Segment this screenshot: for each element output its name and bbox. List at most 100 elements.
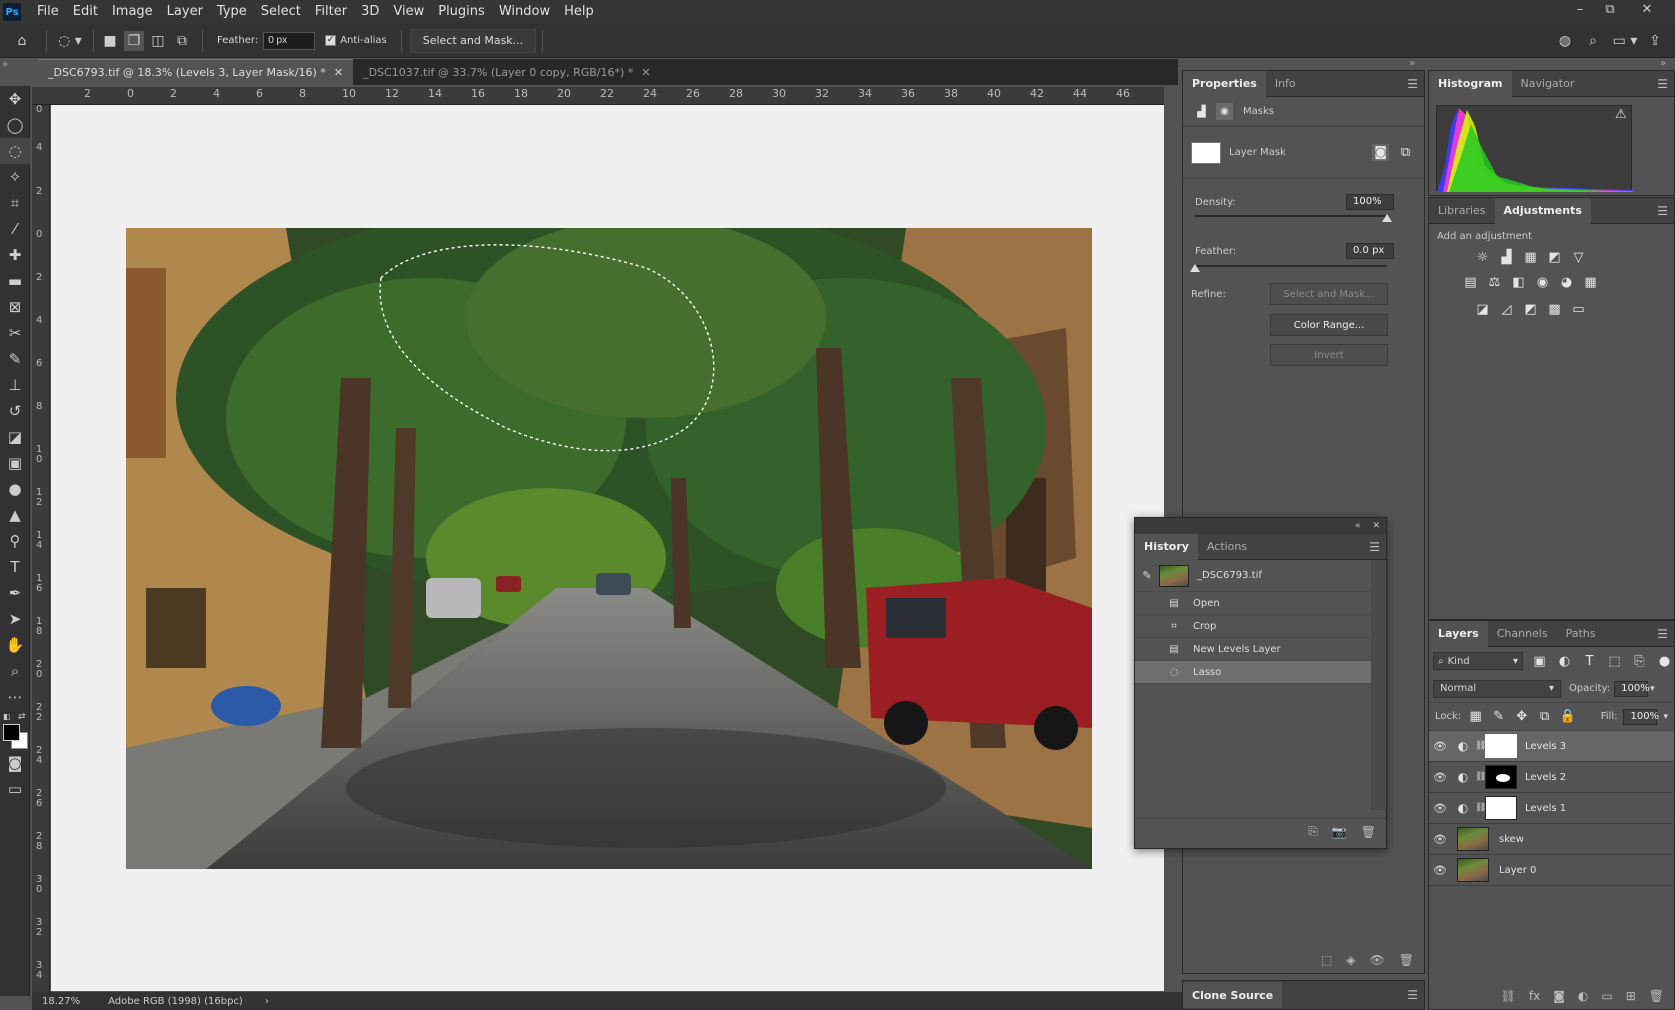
menu-edit[interactable]: Edit bbox=[66, 0, 105, 24]
path-selection-tool-icon[interactable]: ➤ bbox=[0, 606, 30, 632]
fx-icon[interactable]: fx bbox=[1529, 989, 1540, 1003]
apply-mask-icon[interactable]: ◈ bbox=[1346, 953, 1355, 967]
more-tools-icon[interactable]: ⋯ bbox=[0, 684, 30, 710]
add-selection-icon[interactable]: ❐ bbox=[124, 30, 144, 51]
close-window-button[interactable]: ✕ bbox=[1634, 0, 1660, 22]
tab-channels[interactable]: Channels bbox=[1488, 621, 1557, 647]
close-tab-icon[interactable]: ✕ bbox=[641, 66, 650, 79]
layer-mask-thumbnail[interactable] bbox=[1485, 796, 1517, 820]
layer-mask-thumbnail[interactable] bbox=[1191, 141, 1221, 164]
layer-row-skew[interactable]: 👁 skew bbox=[1429, 824, 1674, 855]
visibility-eye-icon[interactable]: 👁 bbox=[1429, 864, 1451, 877]
collapse-panel-icon[interactable]: « bbox=[1355, 521, 1361, 531]
panel-menu-icon[interactable]: ☰ bbox=[1369, 540, 1386, 554]
history-brush-source-icon[interactable]: ✎ bbox=[1135, 569, 1159, 582]
crop-tool-icon[interactable]: ⌗ bbox=[0, 190, 30, 216]
tab-clone-source[interactable]: Clone Source bbox=[1183, 982, 1283, 1008]
opacity-value[interactable]: 100% bbox=[1614, 680, 1650, 697]
layer-thumbnail[interactable] bbox=[1457, 827, 1489, 851]
menu-help[interactable]: Help bbox=[557, 0, 601, 24]
lock-image-icon[interactable]: ✎ bbox=[1490, 708, 1507, 725]
expand-toolbar-icon[interactable]: » bbox=[2, 59, 8, 70]
history-scrollbar[interactable] bbox=[1371, 560, 1385, 810]
menu-layer[interactable]: Layer bbox=[160, 0, 210, 24]
posterize-icon[interactable]: ◿ bbox=[1498, 301, 1515, 318]
levels-icon[interactable]: ▟ bbox=[1498, 249, 1515, 266]
menu-image[interactable]: Image bbox=[105, 0, 160, 24]
photo-filter-icon[interactable]: ◉ bbox=[1534, 274, 1551, 291]
menu-window[interactable]: Window bbox=[492, 0, 557, 24]
visibility-eye-icon[interactable]: 👁 bbox=[1429, 771, 1451, 784]
feather-input[interactable] bbox=[263, 31, 316, 50]
filter-toggle-icon[interactable]: ● bbox=[1656, 653, 1673, 670]
minimize-button[interactable]: – bbox=[1567, 0, 1593, 22]
history-snapshot[interactable]: ✎ _DSC6793.tif bbox=[1135, 560, 1371, 592]
layer-mask-thumbnail[interactable] bbox=[1485, 765, 1517, 789]
lasso-preset-icon[interactable]: ◌ ▾ bbox=[55, 31, 85, 51]
color-range-button[interactable]: Color Range... bbox=[1270, 314, 1388, 336]
new-layer-icon[interactable]: ⊞ bbox=[1626, 989, 1636, 1003]
delete-state-icon[interactable]: 🗑 bbox=[1361, 825, 1376, 839]
fill-value[interactable]: 100% bbox=[1623, 708, 1659, 725]
intersect-selection-icon[interactable]: ⧉ bbox=[172, 31, 192, 51]
tab-history[interactable]: History bbox=[1135, 533, 1198, 560]
layer-row-levels-3[interactable]: 👁 ◐ ⛓ Levels 3 bbox=[1429, 731, 1674, 762]
curves-icon[interactable]: ▦ bbox=[1522, 249, 1539, 266]
delete-mask-icon[interactable]: 🗑 bbox=[1399, 953, 1414, 967]
eraser-tool-icon[interactable]: ◪ bbox=[0, 424, 30, 450]
menu-filter[interactable]: Filter bbox=[308, 0, 354, 24]
threshold-icon[interactable]: ◩ bbox=[1522, 301, 1539, 318]
sharpen-tool-icon[interactable]: ▲ bbox=[0, 502, 30, 528]
chevron-down-icon[interactable]: ▾ bbox=[1663, 712, 1668, 722]
brush-tool-icon[interactable]: ✎ bbox=[0, 346, 30, 372]
panel-menu-icon[interactable]: ☰ bbox=[1657, 627, 1674, 641]
dodge-tool-icon[interactable]: ⚲ bbox=[0, 528, 30, 554]
status-menu-arrow[interactable]: › bbox=[265, 996, 269, 1007]
new-selection-icon[interactable]: ■ bbox=[100, 31, 120, 51]
history-brush-tool-icon[interactable]: ↺ bbox=[0, 398, 30, 424]
filter-smart-object-icon[interactable]: ⎘ bbox=[1631, 653, 1648, 670]
panel-menu-icon[interactable]: ☰ bbox=[1657, 204, 1674, 218]
eyedropper-tool-icon[interactable]: ⁄ bbox=[0, 216, 30, 242]
brightness-contrast-icon[interactable]: ☼ bbox=[1474, 249, 1491, 266]
density-slider-track[interactable] bbox=[1195, 215, 1387, 217]
move-tool-icon[interactable]: ✥ bbox=[0, 86, 30, 112]
tab-actions[interactable]: Actions bbox=[1198, 534, 1256, 560]
marquee-tool-icon[interactable]: ◯ bbox=[0, 112, 30, 138]
layer-mask-thumbnail[interactable] bbox=[1485, 734, 1517, 758]
mask-icon[interactable]: ◉ bbox=[1216, 103, 1233, 120]
visibility-eye-icon[interactable]: 👁 bbox=[1429, 833, 1451, 846]
panel-menu-icon[interactable]: ☰ bbox=[1407, 77, 1424, 91]
tab-layers[interactable]: Layers bbox=[1429, 620, 1488, 647]
foreground-color-swatch[interactable] bbox=[3, 724, 20, 741]
quick-mask-icon[interactable]: ◙ bbox=[0, 750, 30, 776]
healing-brush-tool-icon[interactable]: ✚ bbox=[0, 242, 30, 268]
tab-navigator[interactable]: Navigator bbox=[1512, 71, 1584, 97]
visibility-icon[interactable]: 👁 bbox=[1370, 953, 1385, 967]
default-colors-icon[interactable]: ◧ bbox=[3, 712, 11, 721]
feather-value[interactable]: 0.0 px bbox=[1346, 243, 1394, 259]
link-icon[interactable]: ⛓ bbox=[1475, 803, 1486, 813]
zoom-tool-icon[interactable]: ⌕ bbox=[0, 658, 30, 684]
feather-slider-handle[interactable] bbox=[1190, 264, 1200, 272]
share-icon[interactable]: ◍ bbox=[1555, 31, 1575, 51]
collapse-right-panels-icon[interactable]: » bbox=[1660, 58, 1666, 69]
gradient-map-icon[interactable]: ▭ bbox=[1570, 301, 1587, 318]
menu-type[interactable]: Type bbox=[210, 0, 254, 24]
lock-transparent-icon[interactable]: ▦ bbox=[1467, 708, 1484, 725]
selective-color-icon[interactable]: ▩ bbox=[1546, 301, 1563, 318]
close-tab-icon[interactable]: ✕ bbox=[334, 66, 343, 79]
hand-tool-icon[interactable]: ✋ bbox=[0, 632, 30, 658]
select-and-mask-button[interactable]: Select and Mask... bbox=[1270, 283, 1388, 305]
vibrance-icon[interactable]: ▽ bbox=[1570, 249, 1587, 266]
menu-select[interactable]: Select bbox=[254, 0, 308, 24]
color-lookup-icon[interactable]: ▦ bbox=[1582, 274, 1599, 291]
density-slider-handle[interactable] bbox=[1382, 214, 1392, 222]
layer-row-layer-0[interactable]: 👁 Layer 0 bbox=[1429, 855, 1674, 886]
frame-tool-icon[interactable]: ⊠ bbox=[0, 294, 30, 320]
patch-tool-icon[interactable]: ▬ bbox=[0, 268, 30, 294]
menu-file[interactable]: File bbox=[30, 0, 66, 24]
magic-wand-tool-icon[interactable]: ✧ bbox=[0, 164, 30, 190]
invert-icon[interactable]: ◪ bbox=[1474, 301, 1491, 318]
visibility-eye-icon[interactable]: 👁 bbox=[1429, 740, 1451, 753]
